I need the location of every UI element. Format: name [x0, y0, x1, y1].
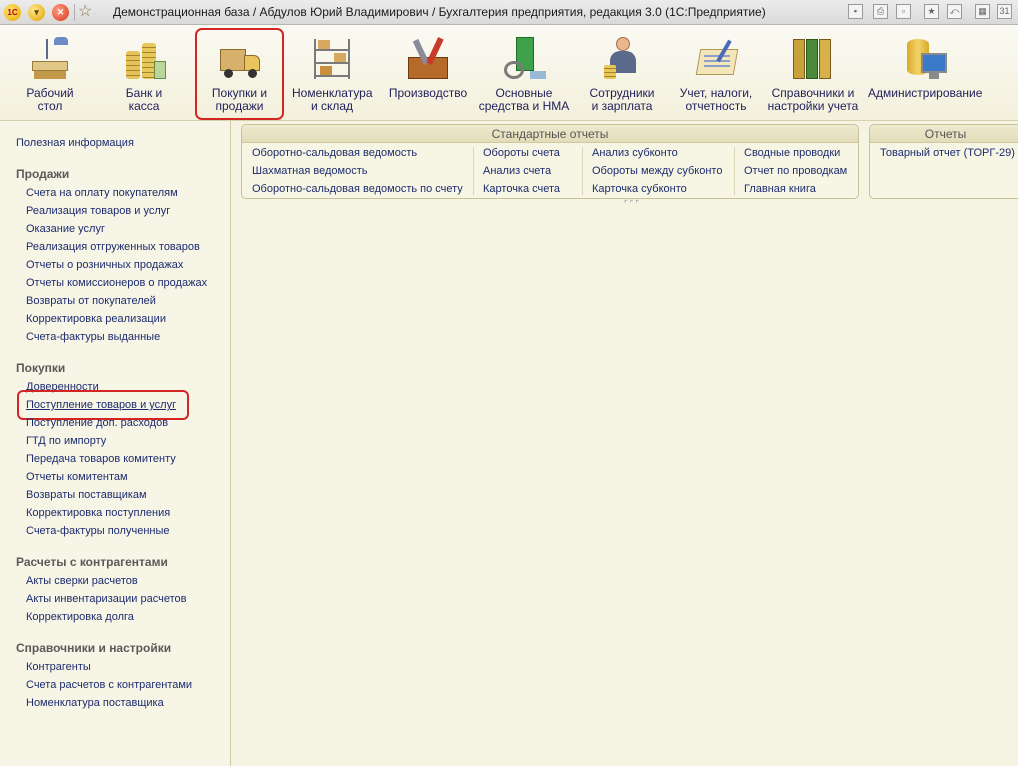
navigation-panel: Полезная информация Продажи Счета на опл… [0, 121, 231, 766]
add-favorite-icon[interactable]: ★ [924, 4, 939, 19]
section-label: Справочники и настройки учета [767, 86, 859, 113]
nav-heading-counterparties: Расчеты с контрагентами [16, 555, 168, 569]
report-link[interactable]: Карточка счета [483, 183, 560, 196]
section-bank-cash[interactable]: Банк и касса [114, 31, 174, 117]
sections-panel: Рабочий стол Банк и касса Покупки и продажи… [0, 25, 1018, 121]
section-label: Сотрудники и зарплата [589, 86, 655, 113]
group-title[interactable]: Отчеты [870, 125, 1018, 143]
nav-item-sales[interactable]: Оказание услуг [26, 222, 105, 236]
nav-item-counterparties[interactable]: Корректировка долга [26, 610, 134, 624]
main-menu-icon[interactable]: ▾ [28, 4, 45, 21]
more-handle[interactable]: ⌜⌜⌜ [624, 199, 641, 208]
titlebar-separator [74, 4, 75, 21]
nav-item-sales[interactable]: Реализация отгруженных товаров [26, 240, 200, 254]
nav-item-sales[interactable]: Счета на оплату покупателям [26, 186, 178, 200]
section-administration[interactable]: Администрирование [868, 31, 982, 117]
report-link[interactable]: Обороты между субконто [592, 165, 722, 178]
section-label: Учет, налоги, отчетность [679, 86, 753, 113]
nav-item-sales[interactable]: Отчеты о розничных продажах [26, 258, 183, 272]
window-title: Демонстрационная база / Абдулов Юрий Вла… [113, 5, 766, 19]
nav-item-catalogs[interactable]: Контрагенты [26, 660, 91, 674]
content-area: Стандартные отчеты Оборотно-сальдовая ве… [232, 121, 1018, 766]
standard-reports-group: Стандартные отчеты Оборотно-сальдовая ве… [241, 124, 859, 199]
nav-item-sales[interactable]: Возвраты от покупателей [26, 294, 156, 308]
nav-heading-catalogs: Справочники и настройки [16, 641, 172, 655]
report-link[interactable]: Обороты счета [483, 147, 560, 160]
report-link[interactable]: Оборотно-сальдовая ведомость по счету [252, 183, 463, 196]
nav-item-goods-receipt-highlighted[interactable]: Поступление товаров и услуг [16, 390, 190, 420]
nav-useful-info[interactable]: Полезная информация [16, 136, 134, 150]
nav-item-purchases[interactable]: Корректировка поступления [26, 506, 170, 520]
warehouse-shelf-icon [308, 35, 356, 83]
binders-icon [789, 35, 837, 83]
section-label: Основные средства и НМА [478, 86, 570, 113]
save-icon[interactable]: ▪ [848, 4, 863, 19]
section-nomenclature-warehouse[interactable]: Номенклатура и склад [292, 31, 373, 117]
nav-item-catalogs[interactable]: Номенклатура поставщика [26, 696, 164, 710]
section-fixed-assets[interactable]: Основные средства и НМА [478, 31, 570, 117]
truck-icon [216, 35, 264, 83]
report-link[interactable]: Сводные проводки [744, 147, 840, 160]
report-link[interactable]: Анализ счета [483, 165, 551, 178]
section-label: Администрирование [868, 86, 983, 100]
nav-item-sales[interactable]: Корректировка реализации [26, 312, 166, 326]
nav-heading-purchases: Покупки [16, 361, 66, 375]
section-desktop[interactable]: Рабочий стол [20, 31, 80, 117]
section-accounting-taxes[interactable]: Учет, налоги, отчетность [676, 31, 756, 117]
report-link[interactable]: Карточка субконто [592, 183, 687, 196]
group-title[interactable]: Стандартные отчеты [242, 125, 858, 143]
window-titlebar: 1С ▾ ✕ ☆ Демонстрационная база / Абдулов… [0, 0, 1018, 25]
section-purchases-sales[interactable]: Покупки и продажи [195, 28, 284, 120]
section-production[interactable]: Производство [388, 31, 468, 117]
calculator-icon[interactable]: ▦ [975, 4, 990, 19]
report-link[interactable]: Товарный отчет (ТОРГ-29) [880, 147, 1015, 160]
nav-item-purchases[interactable]: Счета-фактуры полученные [26, 524, 170, 538]
section-label: Номенклатура и склад [292, 86, 373, 113]
report-link[interactable]: Шахматная ведомость [252, 165, 367, 178]
app-logo-icon[interactable]: 1С [4, 4, 21, 21]
section-label: Банк и касса [125, 86, 163, 113]
nav-item-sales[interactable]: Реализация товаров и услуг [26, 204, 170, 218]
tax-report-icon [692, 35, 740, 83]
section-label: Рабочий стол [26, 86, 74, 113]
nav-item-counterparties[interactable]: Акты инвентаризации расчетов [26, 592, 186, 606]
history-icon[interactable]: ⤺ [947, 4, 962, 19]
nav-item-purchases[interactable]: Передача товаров комитенту [26, 452, 176, 466]
close-icon[interactable]: ✕ [52, 4, 69, 21]
desktop-icon [26, 35, 74, 83]
section-catalogs-settings[interactable]: Справочники и настройки учета [766, 31, 860, 117]
admin-icon [901, 35, 949, 83]
toolbox-icon [404, 35, 452, 83]
calendar-icon[interactable]: 31 [997, 4, 1012, 19]
column-divider [473, 147, 474, 195]
preview-icon[interactable]: ▫ [896, 4, 911, 19]
report-link[interactable]: Оборотно-сальдовая ведомость [252, 147, 417, 160]
favorites-star-icon[interactable]: ☆ [78, 3, 92, 21]
employee-icon [598, 35, 646, 83]
nav-item-catalogs[interactable]: Счета расчетов с контрагентами [26, 678, 192, 692]
column-divider [734, 147, 735, 195]
fixed-assets-icon [500, 35, 548, 83]
nav-item-counterparties[interactable]: Акты сверки расчетов [26, 574, 138, 588]
nav-item-sales[interactable]: Отчеты комиссионеров о продажах [26, 276, 207, 290]
report-link[interactable]: Главная книга [744, 183, 816, 196]
report-link[interactable]: Отчет по проводкам [744, 165, 847, 178]
section-employees-salary[interactable]: Сотрудники и зарплата [586, 31, 658, 117]
nav-item-sales[interactable]: Счета-фактуры выданные [26, 330, 160, 344]
nav-item-purchases[interactable]: ГТД по импорту [26, 434, 106, 448]
nav-item-purchases[interactable]: Поступление доп. расходов [26, 416, 168, 430]
section-label: Производство [388, 86, 468, 100]
bank-cash-icon [120, 35, 168, 83]
nav-item-purchases[interactable]: Возвраты поставщикам [26, 488, 147, 502]
print-icon[interactable]: ⎙ [873, 4, 888, 19]
nav-item-purchases[interactable]: Отчеты комитентам [26, 470, 128, 484]
column-divider [582, 147, 583, 195]
section-label: Покупки и продажи [211, 86, 268, 113]
nav-heading-sales: Продажи [16, 167, 70, 181]
report-link[interactable]: Анализ субконто [592, 147, 678, 160]
reports-group: Отчеты Товарный отчет (ТОРГ-29) [869, 124, 1018, 199]
